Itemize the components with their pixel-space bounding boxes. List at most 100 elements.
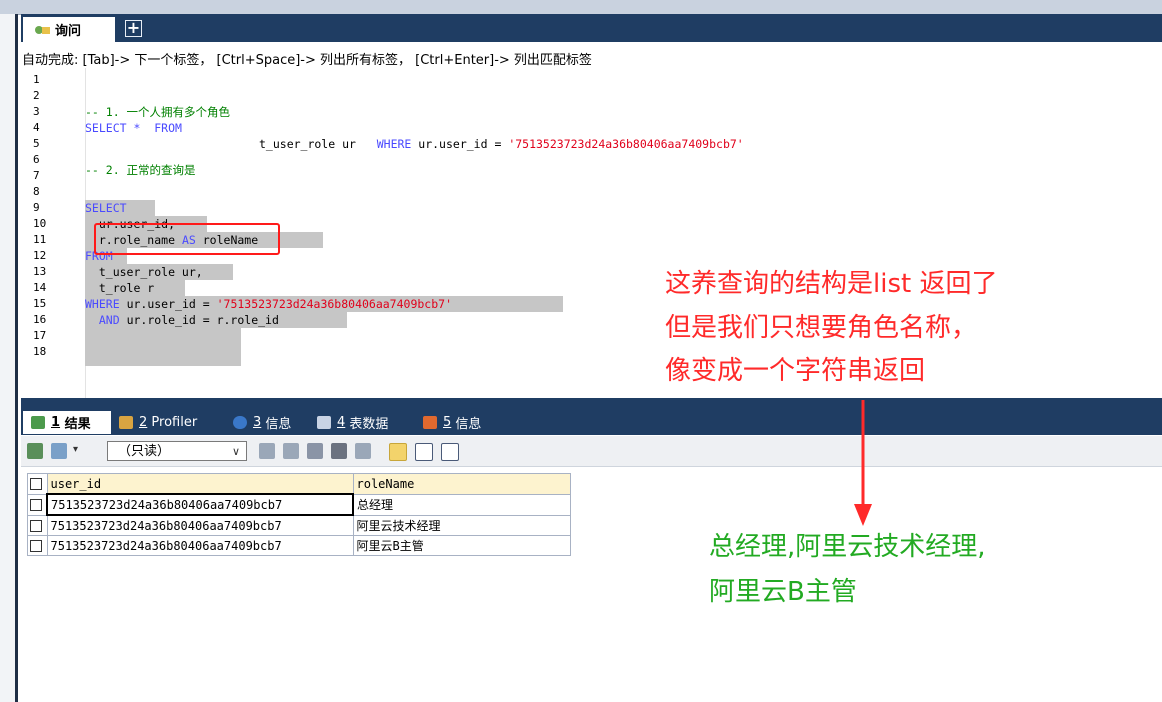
sql-editor[interactable]: 1 2 3 4 5 6 7 8 9 10 11 12 13 14 15 16 1… <box>21 68 1162 398</box>
code-line: t_role r <box>85 281 155 295</box>
annotation-red-line: 这养查询的结构是list 返回了 <box>665 269 998 299</box>
cell-user-id[interactable]: 7513523723d24a36b80406aa7409bcb7 <box>46 535 354 556</box>
tab-query-label: 询问 <box>55 24 82 39</box>
code-line: t_user_role ur, <box>85 265 203 279</box>
tab-profiler[interactable]: 2 Profiler <box>119 411 197 434</box>
insert-row-icon[interactable] <box>259 443 275 459</box>
code-condition: ur.user_id = <box>126 297 210 311</box>
line-number: 12 <box>33 249 47 262</box>
line-number: 3 <box>33 105 40 118</box>
query-icon <box>35 25 50 34</box>
code-line: t_user_role ur WHERE ur.user_id = '75135… <box>259 136 744 152</box>
query-tab-bar: 询问 + <box>21 14 1162 42</box>
line-number: 1 <box>33 73 40 86</box>
annotation-red-line: 像变成一个字符串返回 <box>665 356 926 386</box>
line-number: 9 <box>33 201 40 214</box>
cell-role-name[interactable]: 总经理 <box>352 493 571 516</box>
line-number: 7 <box>33 169 40 182</box>
tab-label: 结果 <box>64 417 91 432</box>
line-number: 11 <box>33 233 47 246</box>
line-number: 6 <box>33 153 40 166</box>
tab-query[interactable]: 询问 <box>23 17 115 42</box>
row-checkbox-cell <box>27 493 48 516</box>
line-number: 5 <box>33 137 40 150</box>
code-table: t_user_role ur <box>259 137 356 151</box>
tab-info[interactable]: 3 信息 <box>233 411 291 434</box>
text-mode-icon[interactable] <box>441 443 459 461</box>
row-checkbox-cell <box>27 514 48 536</box>
chart-icon <box>423 416 437 429</box>
pane-splitter[interactable] <box>21 398 1162 407</box>
tab-number: 2 <box>139 415 148 430</box>
cell-role-name[interactable]: 阿里云B主管 <box>352 535 571 556</box>
code-condition: ur.user_id = <box>418 137 502 151</box>
table-icon <box>317 416 331 429</box>
tab-label: 信息 <box>455 417 482 432</box>
line-number: 18 <box>33 345 47 358</box>
annotation-red-line: 但是我们只想要角色名称， <box>665 313 978 343</box>
tab-label: 表数据 <box>349 417 389 432</box>
tab-table-data[interactable]: 4 表数据 <box>317 411 388 434</box>
grid-icon <box>31 416 45 429</box>
grid-mode-icon[interactable] <box>389 443 407 461</box>
row-checkbox[interactable] <box>30 540 42 552</box>
cancel-icon[interactable] <box>355 443 371 459</box>
result-toolbar: ▾ （只读） ∨ <box>21 436 1162 467</box>
tab-number: 5 <box>443 415 452 430</box>
duplicate-row-icon[interactable] <box>283 443 299 459</box>
code-keyword: AND <box>98 313 120 327</box>
tab-number: 4 <box>337 415 346 430</box>
grid-view-icon[interactable] <box>27 443 43 459</box>
cell-user-id[interactable]: 7513523723d24a36b80406aa7409bcb7 <box>46 514 354 536</box>
table-row: 7513523723d24a36b80406aa7409bcb7 阿里云B主管 <box>27 535 571 556</box>
delete-icon[interactable] <box>331 443 347 459</box>
dropdown-arrow-icon[interactable]: ▾ <box>73 444 78 455</box>
code-keyword: WHERE <box>85 297 120 311</box>
tab-number: 3 <box>253 415 262 430</box>
annotation-arrow <box>854 400 872 526</box>
grid-header-row: user_id roleName <box>27 473 571 495</box>
tab-label: Profiler <box>151 415 198 430</box>
code-string: '7513523723d24a36b80406aa7409bcb7' <box>216 297 452 311</box>
select-all-checkbox[interactable] <box>30 478 42 491</box>
header-checkbox-cell <box>27 473 48 495</box>
line-number: 16 <box>33 313 47 326</box>
tab-info-2[interactable]: 5 信息 <box>423 411 481 434</box>
tab-number: 1 <box>51 415 61 430</box>
readonly-select[interactable]: （只读） ∨ <box>107 441 247 461</box>
code-line: WHERE ur.user_id = '7513523723d24a36b804… <box>85 296 452 312</box>
annotation-green-line: 阿里云B主管 <box>709 577 857 607</box>
tab-results[interactable]: 1 结果 <box>23 411 111 434</box>
line-number: 17 <box>33 329 47 342</box>
table-row: 7513523723d24a36b80406aa7409bcb7 阿里云技术经理 <box>27 514 571 536</box>
line-number: 10 <box>33 217 47 230</box>
column-header-role-name[interactable]: roleName <box>352 473 571 495</box>
code-condition: ur.role_id = r.role_id <box>126 313 279 327</box>
row-checkbox[interactable] <box>30 499 42 511</box>
line-number: 4 <box>33 121 40 134</box>
result-grid: user_id roleName 7513523723d24a36b80406a… <box>27 473 571 556</box>
save-icon[interactable] <box>307 443 323 459</box>
profiler-icon <box>119 416 133 429</box>
add-tab-button[interactable]: + <box>125 20 142 37</box>
line-number: 14 <box>33 281 47 294</box>
column-header-user-id[interactable]: user_id <box>46 473 354 495</box>
line-number: 13 <box>33 265 47 278</box>
table-row: 7513523723d24a36b80406aa7409bcb7 总经理 <box>27 493 571 516</box>
export-icon[interactable] <box>51 443 67 459</box>
code-keyword: SELECT <box>85 201 127 215</box>
cell-user-id[interactable]: 7513523723d24a36b80406aa7409bcb7 <box>46 493 354 516</box>
left-panel-edge <box>0 14 18 702</box>
readonly-label: （只读） <box>118 444 171 459</box>
highlight-box <box>94 223 280 255</box>
cell-role-name[interactable]: 阿里云技术经理 <box>352 514 571 536</box>
form-mode-icon[interactable] <box>415 443 433 461</box>
row-checkbox[interactable] <box>30 519 42 532</box>
code-keyword: WHERE <box>376 137 412 151</box>
code-line: AND ur.role_id = r.role_id <box>85 312 279 328</box>
code-string: '7513523723d24a36b80406aa7409bcb7' <box>508 137 744 151</box>
result-tab-bar: 1 结果 2 Profiler 3 信息 4 表数据 5 信息 <box>21 407 1162 435</box>
row-checkbox-cell <box>27 535 48 556</box>
tab-label: 信息 <box>265 417 292 432</box>
annotation-green-line: 总经理,阿里云技术经理, <box>709 532 986 562</box>
